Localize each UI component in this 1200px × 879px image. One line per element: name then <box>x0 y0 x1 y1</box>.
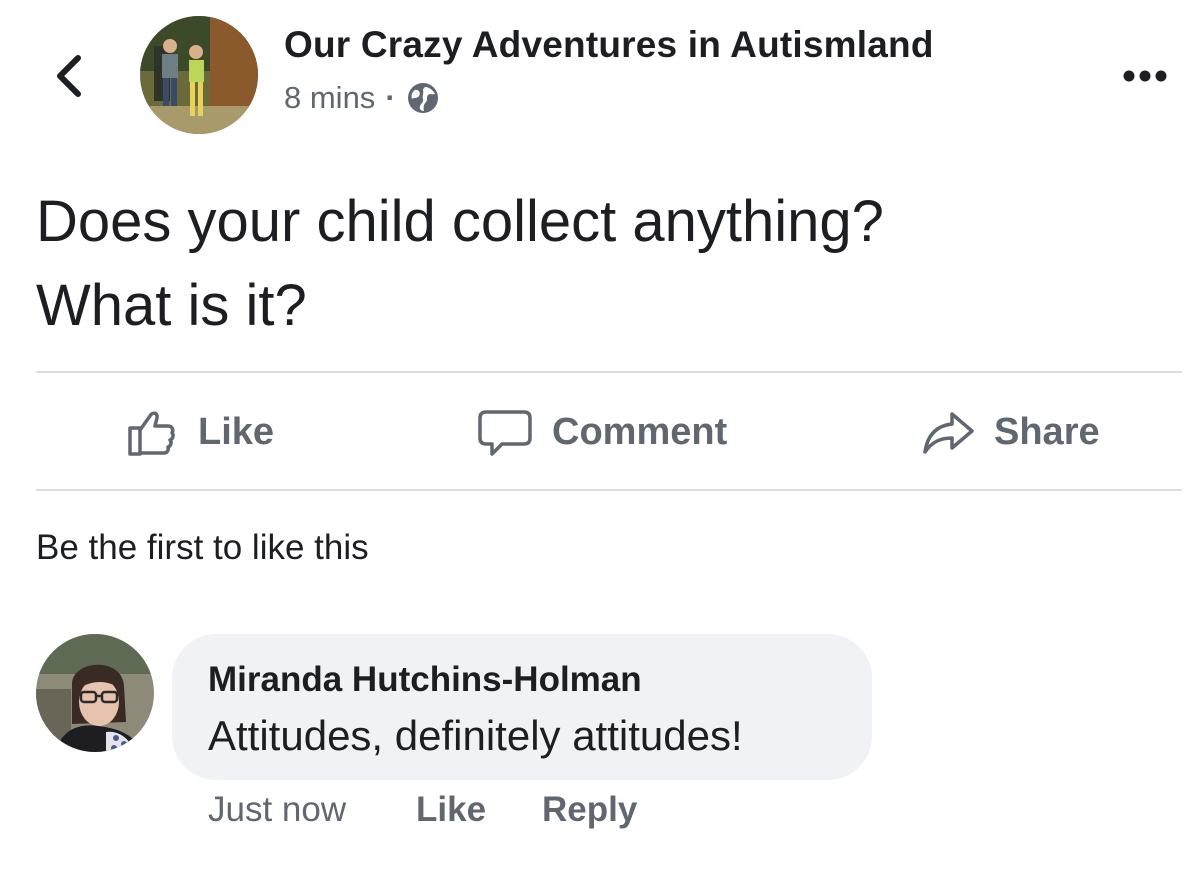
share-label: Share <box>994 410 1100 453</box>
post-text-line-1: Does your child collect anything? <box>36 189 884 254</box>
like-label: Like <box>198 410 275 453</box>
comment-button[interactable]: Comment <box>476 406 727 458</box>
back-button[interactable] <box>48 50 88 102</box>
chevron-left-icon <box>57 55 81 97</box>
post-meta: 8 mins · <box>284 80 440 116</box>
post-timestamp[interactable]: 8 mins <box>284 80 375 116</box>
comment-bubble[interactable]: Miranda Hutchins-Holman Attitudes, defin… <box>172 634 872 780</box>
share-button[interactable]: Share <box>920 406 1100 458</box>
more-options-button[interactable] <box>1120 62 1170 90</box>
comment-label: Comment <box>552 410 728 453</box>
share-arrow-icon <box>923 412 974 454</box>
comment-author[interactable]: Miranda Hutchins-Holman <box>208 658 836 702</box>
more-horizontal-icon <box>1123 70 1167 82</box>
globe-icon[interactable] <box>406 81 440 115</box>
commenter-avatar[interactable] <box>36 634 154 752</box>
comment-timestamp: Just now <box>208 790 347 829</box>
page-avatar[interactable] <box>140 16 258 134</box>
divider-top <box>36 371 1182 373</box>
comment-text: Attitudes, definitely attitudes! <box>208 712 743 759</box>
reactions-summary[interactable]: Be the first to like this <box>36 528 369 568</box>
thumbs-up-icon <box>128 411 175 456</box>
page-name[interactable]: Our Crazy Adventures in Autismland <box>284 24 934 66</box>
page-avatar-image <box>140 16 258 134</box>
post-text-line-2: What is it? <box>36 273 307 338</box>
commenter-avatar-image <box>36 634 154 752</box>
divider-bottom <box>36 489 1182 491</box>
comment-bubble-icon <box>478 410 532 456</box>
post-action-bar: Like Comment Share <box>0 374 1200 488</box>
comment-like-button[interactable]: Like <box>416 790 486 830</box>
comment-reply-button[interactable]: Reply <box>542 790 637 830</box>
like-button[interactable]: Like <box>124 406 274 458</box>
post-text: Does your child collect anything? What i… <box>36 180 1156 348</box>
meta-separator: · <box>385 80 396 115</box>
